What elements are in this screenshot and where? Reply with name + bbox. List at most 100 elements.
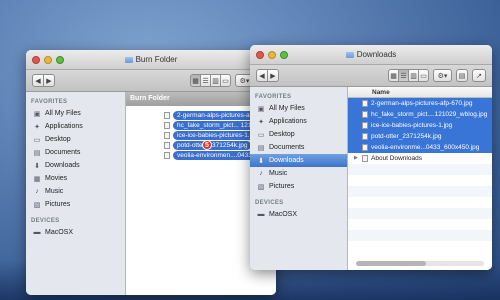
list-item[interactable]: hc_fake_storm_pict....121029_wblog.jpg bbox=[348, 109, 492, 120]
empty-row bbox=[348, 175, 492, 186]
sidebar-item-label: Movies bbox=[45, 175, 68, 182]
disk-icon: ▬ bbox=[33, 229, 41, 236]
documents-icon: ▤ bbox=[257, 144, 265, 152]
sidebar-item-macosx[interactable]: ▬ MacOSX bbox=[26, 226, 125, 239]
downloads-toolbar: ◀ ▶ ▦ ☰ ▥ ▭ ⚙▾ ▤ ↗ bbox=[250, 65, 492, 87]
scrollbar-thumb[interactable] bbox=[356, 261, 427, 266]
image-file-icon bbox=[164, 111, 170, 119]
desktop-icon: ▭ bbox=[33, 136, 41, 144]
image-file-icon bbox=[164, 141, 170, 149]
list-item[interactable]: 2-german-alps-pictures-afp-670.jpg bbox=[348, 98, 492, 109]
window-controls bbox=[32, 56, 64, 64]
pictures-icon: ▧ bbox=[257, 183, 265, 191]
sidebar-item-macosx[interactable]: ▬ MacOSX bbox=[250, 208, 347, 221]
nav-buttons: ◀ ▶ bbox=[32, 74, 55, 87]
zoom-button[interactable] bbox=[280, 51, 288, 59]
close-button[interactable] bbox=[32, 56, 40, 64]
image-file-icon bbox=[362, 100, 368, 107]
downloads-file-list: Name 2-german-alps-pictures-afp-670.jpg … bbox=[348, 87, 492, 270]
sidebar-item-all-my-files[interactable]: ▣ All My Files bbox=[250, 102, 347, 115]
image-file-icon bbox=[362, 111, 368, 118]
movies-icon: ▦ bbox=[33, 175, 41, 183]
sidebar-item-label: Music bbox=[45, 188, 64, 195]
sidebar-item-downloads[interactable]: ⬇ Downloads bbox=[26, 159, 125, 172]
column-header-name[interactable]: Name bbox=[348, 87, 492, 98]
sidebar-item-pictures[interactable]: ▧ Pictures bbox=[250, 180, 347, 193]
burn-titlebar[interactable]: Burn Folder bbox=[26, 50, 276, 70]
forward-button[interactable]: ▶ bbox=[43, 74, 55, 87]
list-item[interactable]: potd-otter_2371254k.jpg bbox=[348, 131, 492, 142]
sidebar-item-documents[interactable]: ▤ Documents bbox=[250, 141, 347, 154]
window-title-icon bbox=[345, 51, 354, 58]
sidebar-item-label: Downloads bbox=[45, 162, 80, 169]
sidebar-item-label: Desktop bbox=[45, 136, 71, 143]
minimize-button[interactable] bbox=[268, 51, 276, 59]
empty-row bbox=[348, 186, 492, 197]
favorites-heading: FAVORITES bbox=[255, 94, 292, 100]
disk-icon: ▬ bbox=[257, 211, 265, 218]
action-menu-button[interactable]: ⚙▾ bbox=[433, 69, 452, 82]
sidebar-item-label: All My Files bbox=[269, 105, 305, 112]
window-title-icon bbox=[124, 56, 133, 63]
view-buttons: ▦ ☰ ▥ ▭ bbox=[388, 69, 429, 82]
documents-icon: ▤ bbox=[33, 149, 41, 157]
window-controls bbox=[256, 51, 288, 59]
downloads-window: Downloads ◀ ▶ ▦ ☰ ▥ ▭ ⚙▾ ▤ ↗ FAVORITES ▣… bbox=[250, 45, 492, 270]
list-item[interactable]: veolia-environme...0433_600x450.jpg bbox=[348, 142, 492, 153]
sidebar-item-movies[interactable]: ▦ Movies bbox=[26, 172, 125, 185]
image-file-icon bbox=[164, 131, 170, 139]
image-file-icon bbox=[362, 133, 368, 140]
sidebar-item-label: Desktop bbox=[269, 131, 295, 138]
empty-row bbox=[348, 219, 492, 230]
sidebar-item-downloads[interactable]: ⬇ Downloads bbox=[250, 154, 347, 167]
sidebar-item-label: Applications bbox=[269, 118, 307, 125]
drag-count-badge: 5 bbox=[202, 140, 212, 150]
downloads-sidebar: FAVORITES ▣ All My Files ✦ Applications ▭ D… bbox=[250, 87, 348, 270]
sidebar-item-applications[interactable]: ✦ Applications bbox=[250, 115, 347, 128]
sidebar-item-desktop[interactable]: ▭ Desktop bbox=[26, 133, 125, 146]
sidebar-item-documents[interactable]: ▤ Documents bbox=[26, 146, 125, 159]
all-files-icon: ▣ bbox=[257, 105, 265, 113]
image-file-icon bbox=[164, 121, 170, 129]
sidebar-item-applications[interactable]: ✦ Applications bbox=[26, 120, 125, 133]
arrange-button[interactable]: ▤ bbox=[456, 69, 468, 82]
disclosure-triangle-icon: ▶ bbox=[354, 155, 358, 161]
sidebar-item-pictures[interactable]: ▧ Pictures bbox=[26, 198, 125, 211]
list-item[interactable]: ▶ About Downloads bbox=[348, 153, 492, 164]
burn-sidebar: FAVORITES ▣ All My Files ✦ Applications ▭ D… bbox=[26, 92, 126, 295]
sidebar-item-label: Applications bbox=[45, 123, 83, 130]
sidebar-item-music[interactable]: ♪ Music bbox=[26, 185, 125, 198]
horizontal-scrollbar[interactable] bbox=[356, 261, 484, 266]
view-buttons: ▦ ☰ ▥ ▭ bbox=[190, 74, 231, 87]
empty-row bbox=[348, 230, 492, 241]
coverflow-view-button[interactable]: ▭ bbox=[220, 74, 231, 87]
all-files-icon: ▣ bbox=[33, 110, 41, 118]
downloads-icon: ⬇ bbox=[258, 157, 264, 165]
sidebar-item-label: Pictures bbox=[45, 201, 71, 208]
sidebar-item-label: MacOSX bbox=[45, 229, 74, 236]
share-button[interactable]: ↗ bbox=[472, 69, 486, 82]
pictures-icon: ▧ bbox=[33, 201, 41, 209]
downloads-icon: ⬇ bbox=[34, 162, 40, 170]
sidebar-item-music[interactable]: ♪ Music bbox=[250, 167, 347, 180]
coverflow-view-button[interactable]: ▭ bbox=[418, 69, 429, 82]
sidebar-item-label: Pictures bbox=[269, 183, 295, 190]
image-file-icon bbox=[164, 151, 170, 159]
downloads-titlebar[interactable]: Downloads bbox=[250, 45, 492, 65]
list-item[interactable]: ice-ice-babies-pictures-1.jpg bbox=[348, 120, 492, 131]
empty-row bbox=[348, 208, 492, 219]
sidebar-item-all-my-files[interactable]: ▣ All My Files bbox=[26, 107, 125, 120]
empty-row bbox=[348, 164, 492, 175]
sidebar-item-label: All My Files bbox=[45, 110, 81, 117]
zoom-button[interactable] bbox=[56, 56, 64, 64]
forward-button[interactable]: ▶ bbox=[267, 69, 279, 82]
applications-icon: ✦ bbox=[34, 123, 40, 131]
minimize-button[interactable] bbox=[44, 56, 52, 64]
empty-row bbox=[348, 197, 492, 208]
sidebar-item-label: Documents bbox=[45, 149, 81, 156]
empty-row bbox=[348, 241, 492, 252]
sidebar-item-desktop[interactable]: ▭ Desktop bbox=[250, 128, 347, 141]
window-title: Downloads bbox=[356, 50, 397, 59]
music-icon: ♪ bbox=[35, 188, 39, 195]
close-button[interactable] bbox=[256, 51, 264, 59]
